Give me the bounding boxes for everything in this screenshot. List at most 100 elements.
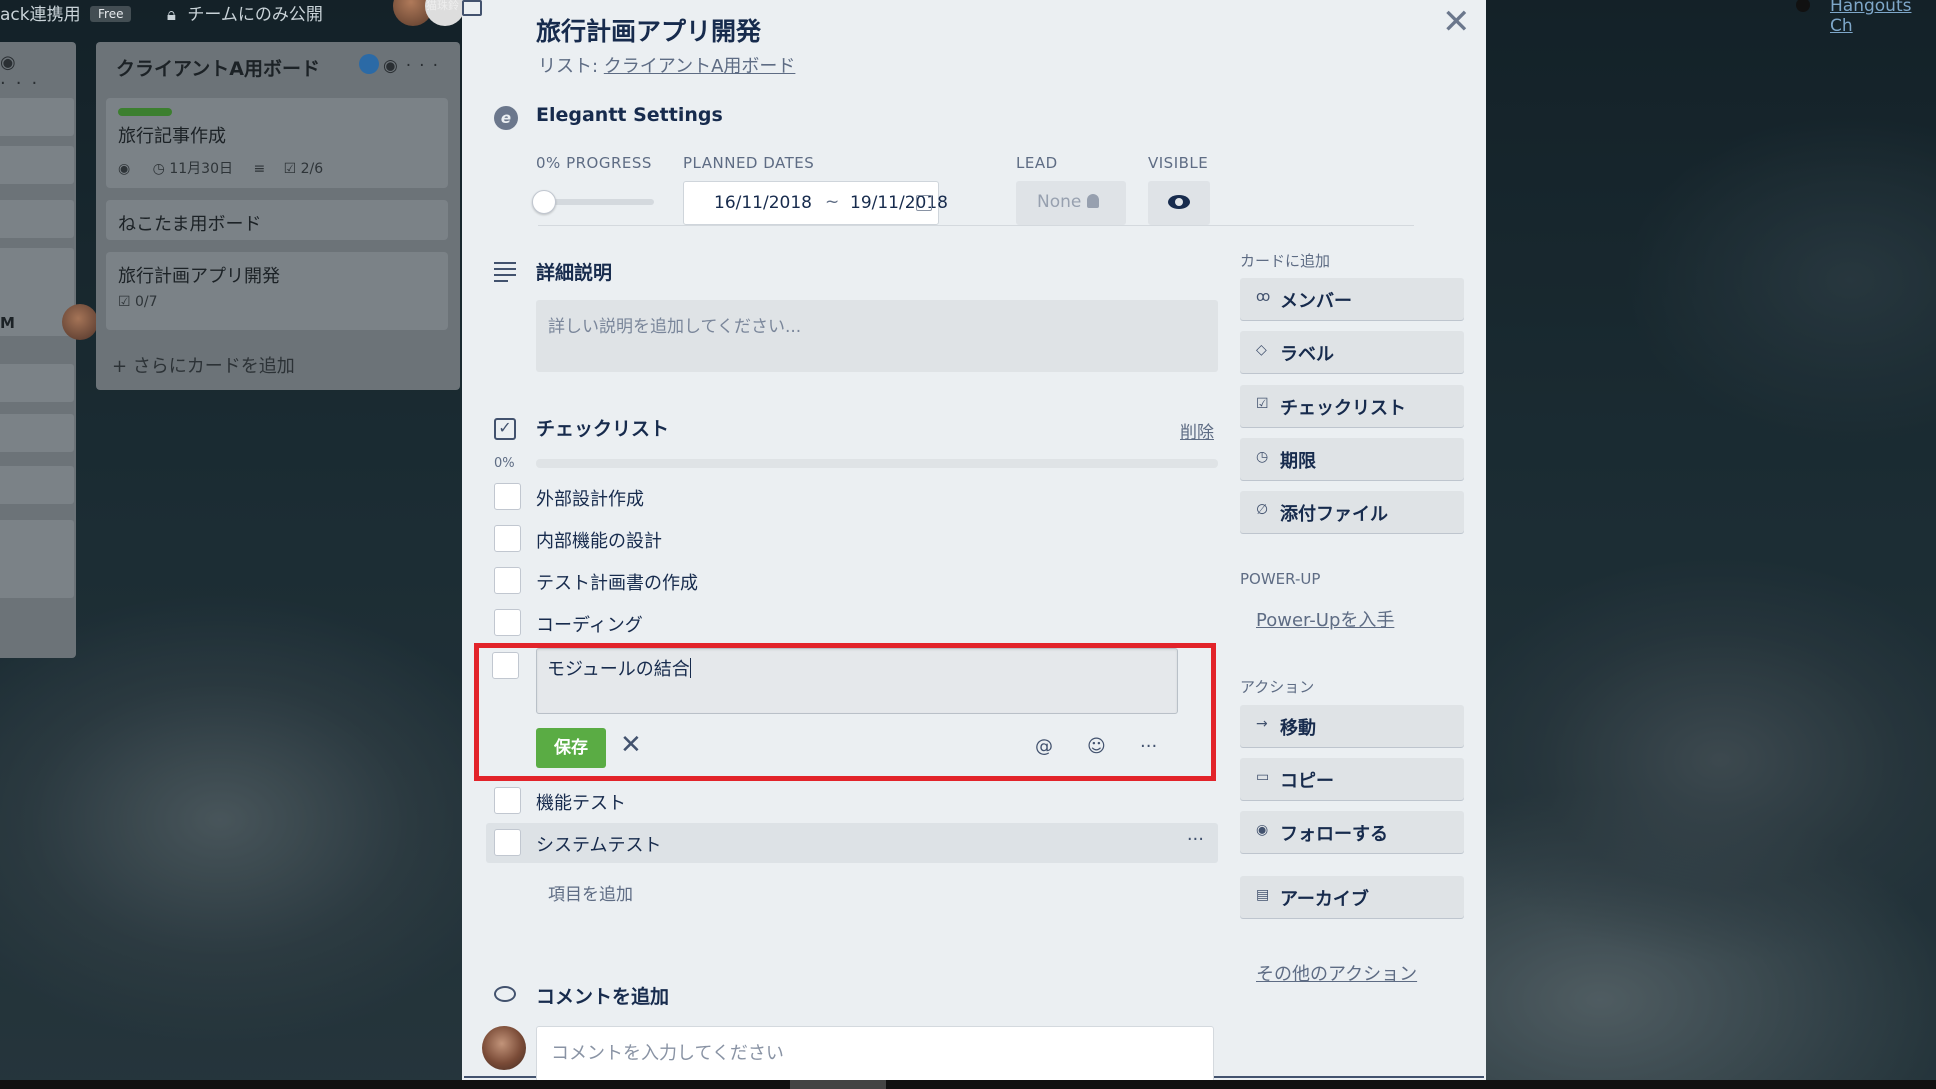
cancel-edit-icon[interactable]: ✕ [620, 730, 642, 760]
lock-icon: 🔒︎ [166, 5, 176, 25]
checklist-item-text[interactable]: システムテスト [536, 831, 661, 857]
calendar-icon[interactable] [916, 195, 932, 211]
more-options-icon[interactable]: ··· [1140, 736, 1157, 757]
visibility-label[interactable]: チームにのみ公開 [187, 5, 323, 25]
add-card-button[interactable]: + さらにカードを追加 [112, 352, 295, 378]
list-card[interactable]: 旅行記事作成 ◉ ◷ 11月30日 ≡ ☑ 2/6 [106, 98, 448, 188]
card-stub[interactable] [0, 466, 74, 504]
start-date[interactable]: 16/11/2018 [714, 193, 812, 213]
due-date-badge: 11月30日 [169, 161, 233, 177]
checklist-progress-bar [536, 459, 1218, 468]
follow-button[interactable]: ◉ フォローする [1240, 811, 1464, 853]
board-list-left: ◉ ··· M [0, 42, 98, 658]
clock-icon: ◷ [152, 161, 165, 177]
comment-input[interactable]: コメントを入力してください [536, 1026, 1214, 1082]
current-user-avatar[interactable] [482, 1026, 526, 1070]
list-title[interactable]: クライアントA用ボード [116, 54, 320, 81]
close-icon[interactable]: ✕ [1442, 2, 1471, 42]
mention-icon[interactable]: @ [1035, 736, 1053, 757]
watch-icon[interactable]: ◉ [383, 56, 406, 76]
progress-slider-handle[interactable] [532, 190, 556, 214]
checklist-item-text[interactable]: 機能テスト [536, 789, 626, 815]
checklist-checkbox[interactable] [494, 787, 521, 814]
eye-icon [1168, 195, 1190, 209]
save-button[interactable]: 保存 [536, 728, 606, 768]
card-stub[interactable] [0, 146, 74, 184]
checklist-checkbox[interactable] [494, 609, 521, 636]
delete-checklist-link[interactable]: 削除 [1180, 418, 1214, 443]
card-stub[interactable] [0, 520, 74, 598]
checklist-item[interactable]: テスト計画書の作成 [486, 561, 1218, 601]
checklist-item[interactable]: 内部機能の設計 [486, 519, 1218, 559]
card-stub[interactable] [0, 364, 74, 402]
checklist-button[interactable]: ☑ チェックリスト [1240, 385, 1464, 427]
button-label: ラベル [1280, 344, 1334, 365]
list-menu-icons[interactable]: ◉ ··· [0, 52, 76, 94]
clock-icon: ◷ [1256, 449, 1269, 465]
section-divider [538, 225, 1414, 226]
edit-input-value: モジュールの結合 [547, 659, 690, 680]
comment-title: コメントを追加 [536, 986, 670, 1008]
button-label: フォローする [1280, 824, 1388, 845]
checklist-icon: ☑ [1256, 396, 1269, 412]
attachment-button[interactable]: ∅ 添付ファイル [1240, 491, 1464, 533]
labels-button[interactable]: ◇ ラベル [1240, 331, 1464, 373]
checklist-item-edit-input[interactable]: モジュールの結合 [536, 648, 1178, 714]
card-stub[interactable] [0, 414, 74, 452]
archive-button[interactable]: ▤ アーカイブ [1240, 876, 1464, 918]
list-card[interactable]: 旅行計画アプリ開発 ☑ 0/7 [106, 252, 448, 330]
card-stub[interactable] [0, 200, 74, 238]
copy-button[interactable]: ▭ コピー [1240, 758, 1464, 800]
checklist-percent: 0% [494, 456, 515, 471]
planned-dates-input[interactable]: 16/11/2018 ~ 19/11/2018 [683, 181, 948, 225]
board-name[interactable]: ack連携用 [0, 5, 81, 25]
visible-label: VISIBLE [1148, 154, 1209, 172]
due-date-button[interactable]: ◷ 期限 [1240, 438, 1464, 480]
button-label: 移動 [1280, 718, 1316, 739]
list-menu-icon[interactable]: ··· [406, 56, 446, 76]
emoji-icon[interactable]: ☺ [1087, 736, 1106, 757]
elegantt-icon[interactable] [358, 54, 379, 74]
card-title[interactable]: 旅行計画アプリ開発 [536, 12, 761, 48]
description-icon: ≡ [253, 161, 266, 177]
checklist-checkbox[interactable] [492, 652, 519, 679]
lead-select-button[interactable]: None [1016, 181, 1126, 225]
card-stub[interactable] [0, 98, 74, 136]
lead-label: LEAD [1016, 154, 1058, 172]
arrow-right-icon: → [1256, 716, 1268, 732]
button-label: 期限 [1280, 451, 1316, 472]
item-options-icon[interactable]: ··· [1187, 829, 1204, 850]
move-button[interactable]: → 移動 [1240, 705, 1464, 747]
description-input[interactable]: 詳しい説明を追加してください... [536, 300, 1218, 372]
list-link[interactable]: クライアントA用ボード [604, 56, 796, 77]
checklist-checkbox[interactable] [494, 829, 521, 856]
more-actions-link[interactable]: その他のアクション [1256, 960, 1417, 986]
card-member-initial: M [0, 314, 15, 332]
checklist-checkbox[interactable] [494, 525, 521, 552]
add-checklist-item-button[interactable]: 項目を追加 [548, 880, 633, 905]
checklist-item-text[interactable]: 内部機能の設計 [536, 527, 662, 553]
scroll-thumb[interactable] [790, 1080, 886, 1089]
checklist-item[interactable]: 機能テスト [486, 781, 1218, 821]
elegantt-title: Elegantt Settings [536, 104, 723, 126]
power-up-label: POWER-UP [1240, 570, 1321, 588]
checklist-item-text[interactable]: テスト計画書の作成 [536, 569, 698, 595]
card-member-avatar[interactable] [62, 304, 98, 340]
members-button[interactable]: ꝏ メンバー [1240, 278, 1464, 320]
checklist-item[interactable]: 外部設計作成 [486, 477, 1218, 517]
checklist-item[interactable]: コーディング [486, 603, 1218, 643]
button-label: アーカイブ [1280, 889, 1369, 910]
elegantt-icon: e [494, 106, 518, 130]
checklist-item-text[interactable]: コーディング [536, 611, 643, 637]
checklist-item-hovered[interactable]: システムテスト ··· [486, 823, 1218, 863]
visible-toggle-button[interactable] [1148, 181, 1210, 225]
get-power-ups-link[interactable]: Power-Upを入手 [1256, 606, 1394, 632]
list-card[interactable]: ねこたま用ボード [106, 200, 448, 240]
hangouts-link[interactable]: Hangouts Ch [1830, 0, 1936, 36]
checklist-checkbox[interactable] [494, 567, 521, 594]
checklist-checkbox[interactable] [494, 483, 521, 510]
checklist-item-text[interactable]: 外部設計作成 [536, 485, 644, 511]
checklist-title[interactable]: チェックリスト [536, 414, 669, 441]
card-title: 旅行記事作成 [118, 126, 226, 147]
end-date[interactable]: 19/11/2018 [850, 193, 948, 213]
